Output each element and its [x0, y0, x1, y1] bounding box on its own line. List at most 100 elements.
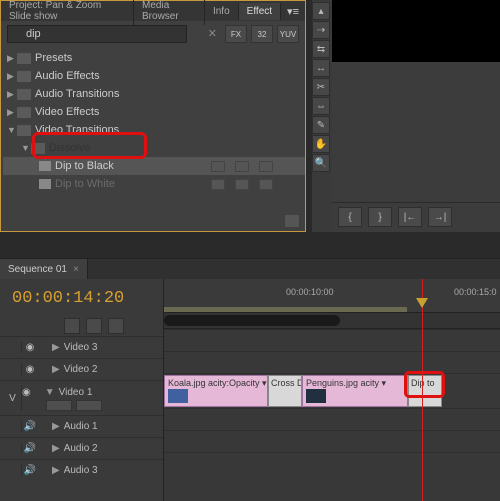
32bit-button[interactable]: 32 [251, 25, 273, 43]
clip-label: Penguins.jpg acity ▾ [306, 378, 386, 388]
tree-audio-effects[interactable]: ▶Audio Effects [3, 67, 305, 85]
razor-tool-icon[interactable]: ✂ [312, 78, 330, 96]
work-area-bar[interactable] [164, 307, 407, 312]
zoom-scroll-bar[interactable] [164, 313, 500, 329]
track-opt-icon[interactable] [46, 400, 72, 411]
current-timecode[interactable]: 00:00:14:20 [0, 279, 163, 312]
transition-icon [39, 161, 51, 171]
effect-label: Dip to White [55, 178, 115, 190]
effect-label: Dip to Black [55, 160, 114, 172]
monitor-controls: { } |← →| [332, 62, 500, 232]
effects-panel: Project: Pan & Zoom Slide show Media Bro… [0, 0, 306, 232]
yuv-button[interactable]: YUV [277, 25, 299, 43]
yuv-badge-icon [259, 161, 273, 172]
clip-label: Koala.jpg acity:Opacity ▾ [168, 378, 267, 388]
track-header-v3[interactable]: ◉▶Video 3 [0, 336, 163, 358]
mark-out-button[interactable]: } [368, 207, 392, 227]
speaker-icon[interactable]: 🔊 [22, 443, 38, 454]
selection-tool-icon[interactable]: ▴ [312, 2, 330, 20]
transition-cross-dissolve[interactable]: Cross D [268, 375, 302, 407]
track-header-area: 00:00:14:20 ◉▶Video 3 ◉▶Video 2 V◉▼Video… [0, 279, 164, 501]
track-header-v2[interactable]: ◉▶Video 2 [0, 358, 163, 380]
track-label: Video 2 [64, 364, 98, 375]
track-v1[interactable]: Koala.jpg acity:Opacity ▾ Cross D Pengui… [164, 373, 500, 408]
track-header-a3[interactable]: 🔊▶Audio 3 [0, 459, 163, 481]
speaker-icon[interactable]: 🔊 [22, 465, 38, 476]
accel-badge-icon [211, 179, 225, 190]
go-prev-button[interactable]: |← [398, 207, 422, 227]
tree-video-effects[interactable]: ▶Video Effects [3, 103, 305, 121]
track-v3[interactable] [164, 329, 500, 351]
eye-icon[interactable]: ◉ [22, 342, 38, 353]
playhead[interactable] [422, 279, 423, 501]
effect-dip-to-black[interactable]: Dip to Black [3, 157, 305, 175]
transition-icon [39, 179, 51, 189]
slip-tool-icon[interactable]: ⇔ [312, 97, 330, 115]
mark-in-button[interactable]: { [338, 207, 362, 227]
tree-label: Audio Effects [35, 70, 100, 82]
time-ruler[interactable]: 00:00:10:00 00:00:15:0 [164, 279, 500, 313]
hand-tool-icon[interactable]: ✋ [312, 135, 330, 153]
clip-penguins[interactable]: Penguins.jpg acity ▾ [302, 375, 408, 407]
track-v2[interactable] [164, 351, 500, 373]
tree-audio-transitions[interactable]: ▶Audio Transitions [3, 85, 305, 103]
settings-icon[interactable] [108, 318, 124, 334]
zoom-handle[interactable] [164, 315, 340, 326]
program-monitor [318, 0, 500, 62]
speaker-icon[interactable]: 🔊 [22, 421, 38, 432]
track-label: Video 1 [59, 387, 93, 398]
accel-badge-icon [211, 161, 225, 172]
track-label: Audio 1 [64, 421, 98, 432]
search-row: 🔍 ✕ FX 32 YUV [1, 21, 305, 47]
tab-media[interactable]: Media Browser [134, 0, 205, 25]
track-a2[interactable] [164, 430, 500, 452]
tab-effects[interactable]: Effect [239, 3, 281, 20]
new-bin-icon[interactable] [285, 215, 299, 227]
marker-icon[interactable] [86, 318, 102, 334]
track-header-v1[interactable]: V◉▼Video 1 [0, 380, 163, 415]
ruler-tick: 00:00:10:00 [286, 287, 334, 297]
source-patch-v[interactable]: V [4, 385, 22, 411]
clip-thumbnail [306, 389, 326, 403]
timeline-area[interactable]: 00:00:10:00 00:00:15:0 Koala.jpg acity:O… [164, 279, 500, 501]
tab-info[interactable]: Info [205, 3, 239, 20]
bit-badge-icon [235, 161, 249, 172]
highlight-annotation [32, 132, 147, 159]
tool-palette: ▴ ⇢ ⇆ ↔ ✂ ⇔ ✎ ✋ 🔍 [312, 0, 332, 232]
timeline-panel: Sequence 01 × 00:00:14:20 ◉▶Video 3 ◉▶Vid… [0, 258, 500, 500]
track-select-tool-icon[interactable]: ⇢ [312, 21, 330, 39]
highlight-annotation [404, 371, 445, 398]
track-a3[interactable] [164, 452, 500, 474]
eye-icon[interactable]: ◉ [22, 387, 31, 398]
ripple-tool-icon[interactable]: ⇆ [312, 40, 330, 58]
sequence-tab[interactable]: Sequence 01 × [0, 259, 88, 279]
panel-menu-icon[interactable]: ▾≡ [281, 5, 305, 18]
rate-tool-icon[interactable]: ↔ [312, 59, 330, 77]
effect-dip-to-white[interactable]: Dip to White [3, 175, 305, 193]
tree-presets[interactable]: ▶Presets [3, 49, 305, 67]
snap-icon[interactable] [64, 318, 80, 334]
sequence-tabs: Sequence 01 × [0, 259, 500, 279]
panel-tabs: Project: Pan & Zoom Slide show Media Bro… [1, 1, 305, 21]
bit-badge-icon [235, 179, 249, 190]
zoom-tool-icon[interactable]: 🔍 [312, 154, 330, 172]
track-label: Video 3 [64, 342, 98, 353]
track-header-a1[interactable]: 🔊▶Audio 1 [0, 415, 163, 437]
track-header-a2[interactable]: 🔊▶Audio 2 [0, 437, 163, 459]
pen-tool-icon[interactable]: ✎ [312, 116, 330, 134]
track-label: Audio 2 [64, 443, 98, 454]
clip-koala[interactable]: Koala.jpg acity:Opacity ▾ [164, 375, 268, 407]
effects-tree: ▶Presets ▶Audio Effects ▶Audio Transitio… [1, 47, 305, 195]
go-next-button[interactable]: →| [428, 207, 452, 227]
effects-search-input[interactable] [7, 25, 187, 43]
track-a1[interactable] [164, 408, 500, 430]
accel-fx-button[interactable]: FX [225, 25, 247, 43]
close-icon[interactable]: × [73, 264, 79, 275]
eye-icon[interactable]: ◉ [22, 364, 38, 375]
tab-project[interactable]: Project: Pan & Zoom Slide show [1, 0, 134, 25]
clear-search-icon[interactable]: ✕ [208, 27, 217, 40]
sequence-tab-label: Sequence 01 [8, 264, 67, 275]
track-opt-icon[interactable] [76, 400, 102, 411]
tree-label: Audio Transitions [35, 88, 119, 100]
tree-label: Video Effects [35, 106, 99, 118]
